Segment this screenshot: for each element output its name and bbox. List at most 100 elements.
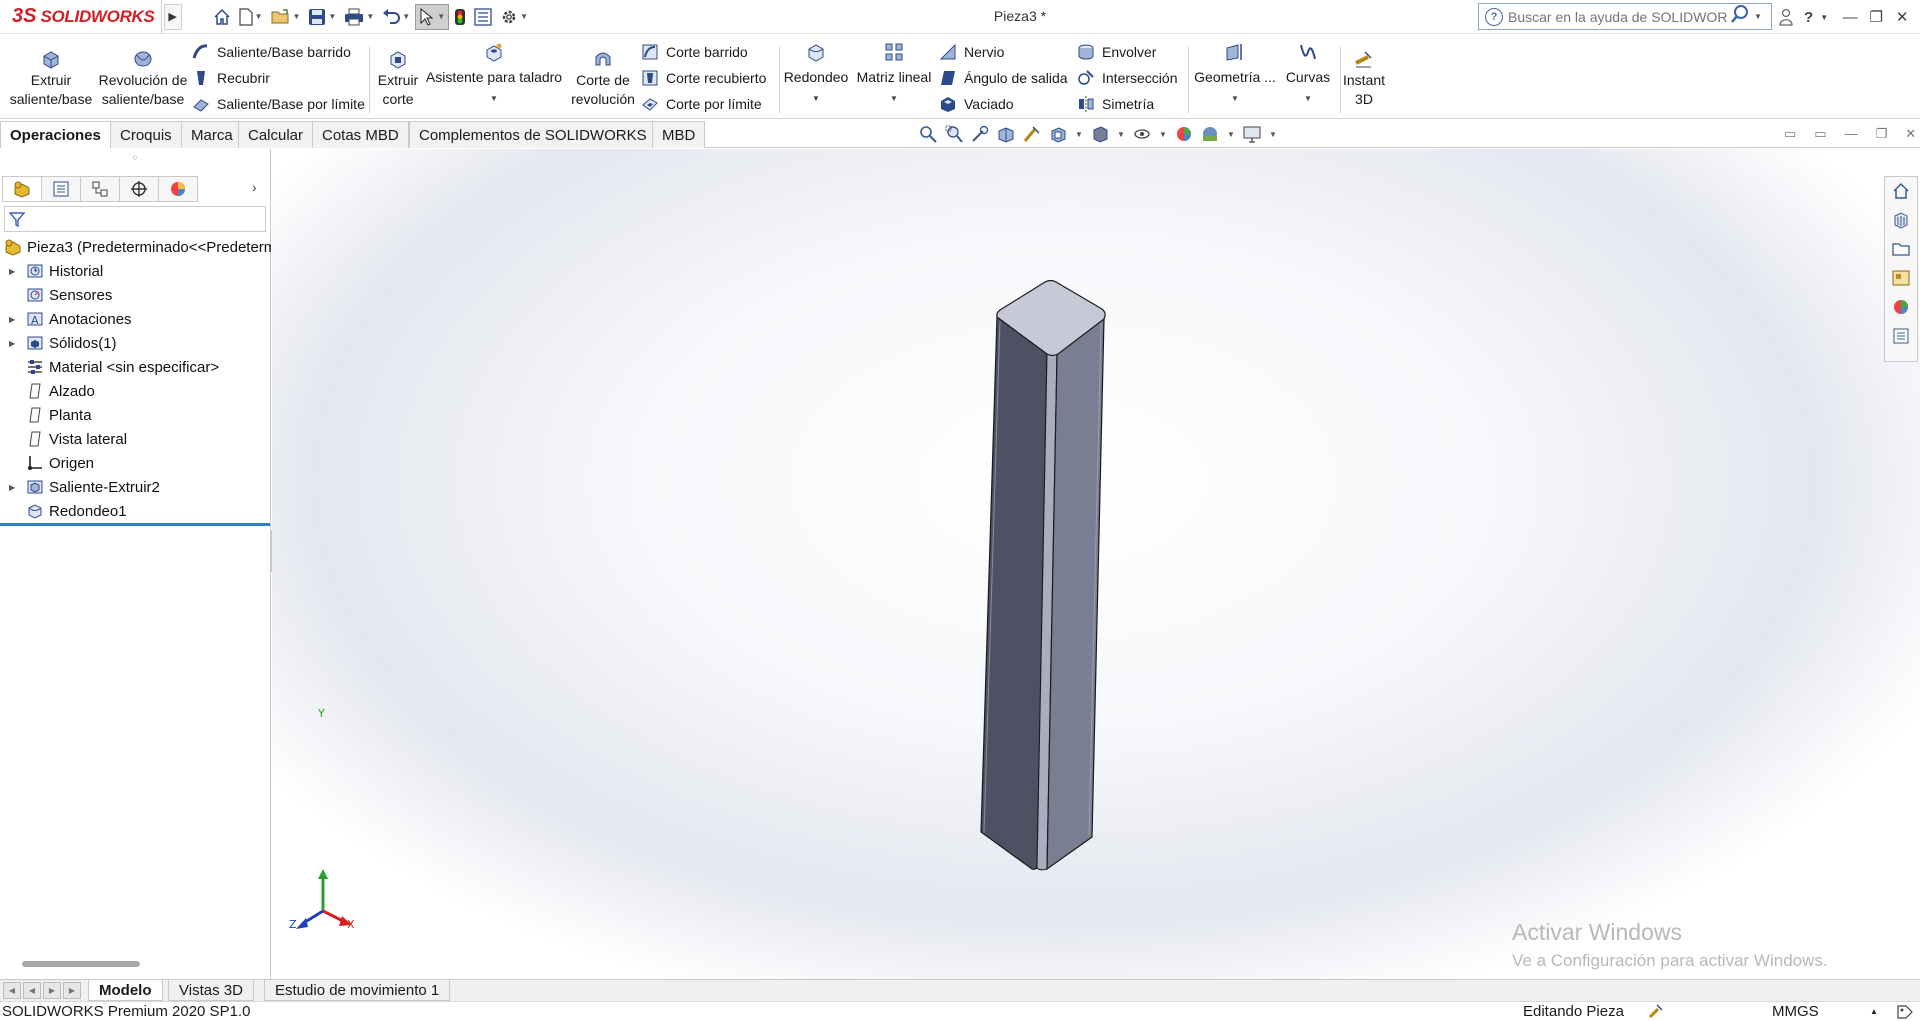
tree-root-part[interactable]: Pieza3 (Predeterminado<<Predeterminado>): [0, 235, 271, 259]
view-settings-icon[interactable]: [1242, 124, 1262, 144]
solidworks-resources-icon[interactable]: [1891, 181, 1911, 201]
chevron-down-icon[interactable]: ▼: [255, 12, 263, 21]
chevron-down-icon[interactable]: ▼: [402, 12, 410, 21]
revolve-boss-button[interactable]: Revolución de saliente/base: [98, 49, 188, 109]
previous-view-icon[interactable]: [970, 124, 990, 144]
doc-close-icon[interactable]: ✕: [1905, 126, 1916, 142]
chevron-down-icon[interactable]: ▼: [328, 12, 336, 21]
lofted-boss-button[interactable]: Recubrir: [192, 66, 270, 90]
tree-item-sensores[interactable]: Sensores: [0, 283, 271, 307]
expand-arrow-icon[interactable]: ▶: [9, 339, 15, 348]
wrap-button[interactable]: Envolver: [1077, 40, 1156, 64]
chevron-down-icon[interactable]: ▼: [1116, 124, 1126, 144]
chevron-down-icon[interactable]: ▼: [1754, 12, 1762, 21]
configurationmanager-tab[interactable]: [80, 176, 120, 202]
appearances-icon[interactable]: [1891, 297, 1911, 317]
expand-arrow-icon[interactable]: ▶: [9, 267, 15, 276]
graphics-area[interactable]: Y X Z: [272, 149, 1920, 979]
tree-item-alzado[interactable]: Alzado: [0, 379, 271, 403]
hide-show-items-icon[interactable]: [1132, 124, 1152, 144]
doc-restore-icon[interactable]: ❐: [1876, 126, 1888, 142]
propertymanager-tab[interactable]: [41, 176, 81, 202]
expand-arrow-icon[interactable]: ▶: [9, 483, 15, 492]
chevron-down-icon[interactable]: ▼: [1268, 124, 1278, 144]
view-orientation-icon[interactable]: [1048, 124, 1068, 144]
chevron-down-icon[interactable]: ▼: [782, 89, 850, 108]
chevron-down-icon[interactable]: ▼: [1074, 124, 1084, 144]
tree-item-historial[interactable]: ▶ Historial: [0, 259, 271, 283]
chevron-down-icon[interactable]: ▼: [1158, 124, 1168, 144]
chevron-right-icon[interactable]: ›: [252, 179, 257, 195]
tree-filter[interactable]: [4, 206, 266, 232]
mirror-button[interactable]: Simetría: [1077, 92, 1154, 116]
chevron-down-icon[interactable]: ▼: [366, 12, 374, 21]
tree-item-saliente-extruir2[interactable]: ▶ Saliente-Extruir2: [0, 475, 271, 499]
doc-minimize-icon[interactable]: —: [1845, 126, 1858, 142]
intersect-button[interactable]: Intersección: [1077, 66, 1177, 90]
chevron-down-icon[interactable]: ▼: [1192, 89, 1278, 108]
tree-item-material[interactable]: Material <sin especificar>: [0, 355, 271, 379]
prev-tab-icon[interactable]: ◀: [23, 982, 41, 999]
chevron-down-icon[interactable]: ▼: [520, 12, 528, 21]
extrude-boss-button[interactable]: Extruir saliente/base: [8, 49, 94, 109]
chevron-down-icon[interactable]: ▼: [1226, 124, 1236, 144]
search-icon[interactable]: [1730, 4, 1750, 29]
lofted-cut-button[interactable]: Corte recubierto: [641, 66, 766, 90]
part-model[interactable]: [980, 279, 1106, 871]
file-properties-icon[interactable]: [471, 4, 495, 30]
restore-icon[interactable]: ❐: [1868, 8, 1884, 26]
section-view-icon[interactable]: [996, 124, 1016, 144]
edit-appearance-icon[interactable]: [1174, 124, 1194, 144]
displaymanager-tab[interactable]: [158, 176, 198, 202]
undo-button[interactable]: ▼: [379, 4, 413, 30]
chevron-up-icon[interactable]: ▲: [1870, 1007, 1878, 1016]
close-icon[interactable]: ✕: [1894, 8, 1910, 26]
tile-right-icon[interactable]: ▭: [1814, 126, 1826, 142]
tree-item-origen[interactable]: Origen: [0, 451, 271, 475]
fillet-button[interactable]: Redondeo ▼: [782, 42, 850, 108]
reference-geometry-button[interactable]: Geometría ... ▼: [1192, 42, 1278, 108]
menu-expand-button[interactable]: ▶: [163, 3, 182, 30]
tag-icon[interactable]: [1896, 1003, 1914, 1021]
rollback-bar[interactable]: [0, 523, 270, 526]
dimxpertmanager-tab[interactable]: [119, 176, 159, 202]
help-search-input[interactable]: [1508, 8, 1728, 25]
boundary-cut-button[interactable]: Corte por límite: [641, 92, 762, 116]
draft-button[interactable]: Ángulo de salida: [939, 66, 1068, 90]
display-style-icon[interactable]: [1090, 124, 1110, 144]
file-explorer-icon[interactable]: [1891, 239, 1911, 259]
help-menu-icon[interactable]: ? ▼: [1804, 9, 1832, 26]
user-account-icon[interactable]: [1778, 8, 1794, 26]
help-search-box[interactable]: ? ▼: [1478, 3, 1772, 30]
open-folder-button[interactable]: ▼: [268, 4, 304, 30]
panel-grip[interactable]: ○: [0, 149, 270, 169]
instant-3d-button[interactable]: Instant 3D: [1336, 49, 1392, 109]
tree-item-vista-lateral[interactable]: Vista lateral: [0, 427, 271, 451]
revolved-cut-button[interactable]: Corte de revolución: [568, 49, 638, 109]
extruded-cut-button[interactable]: Extruir corte: [374, 49, 422, 109]
featuremanager-tab[interactable]: [2, 176, 42, 202]
rebuild-icon[interactable]: [451, 4, 469, 30]
linear-pattern-button[interactable]: Matriz lineal ▼: [854, 42, 934, 108]
home-icon[interactable]: [210, 4, 234, 30]
design-library-icon[interactable]: [1891, 210, 1911, 230]
chevron-down-icon[interactable]: ▼: [293, 12, 301, 21]
hole-wizard-button[interactable]: Asistente para taladro ▼: [424, 42, 564, 108]
dynamic-annotation-icon[interactable]: [1022, 124, 1042, 144]
unit-system-text[interactable]: MMGS: [1772, 1003, 1819, 1020]
tab-calcular[interactable]: Calcular: [238, 121, 314, 148]
minimize-icon[interactable]: —: [1842, 9, 1858, 26]
boundary-boss-button[interactable]: Saliente/Base por límite: [192, 92, 365, 116]
tab-operaciones[interactable]: Operaciones: [0, 121, 111, 148]
tab-vistas-3d[interactable]: Vistas 3D: [168, 980, 254, 1001]
chevron-down-icon[interactable]: ▼: [437, 12, 445, 21]
solidworks-logo[interactable]: 3S SOLIDWORKS: [0, 0, 162, 34]
options-gear-icon[interactable]: ▼: [497, 4, 531, 30]
tree-item-redondeo1[interactable]: Redondeo1: [0, 499, 271, 523]
tab-modelo[interactable]: Modelo: [88, 980, 163, 1001]
print-button[interactable]: ▼: [341, 4, 377, 30]
swept-cut-button[interactable]: Corte barrido: [641, 40, 748, 64]
zoom-to-fit-icon[interactable]: [918, 124, 938, 144]
tab-complementos[interactable]: Complementos de SOLIDWORKS: [409, 121, 657, 148]
zoom-to-area-icon[interactable]: [944, 124, 964, 144]
